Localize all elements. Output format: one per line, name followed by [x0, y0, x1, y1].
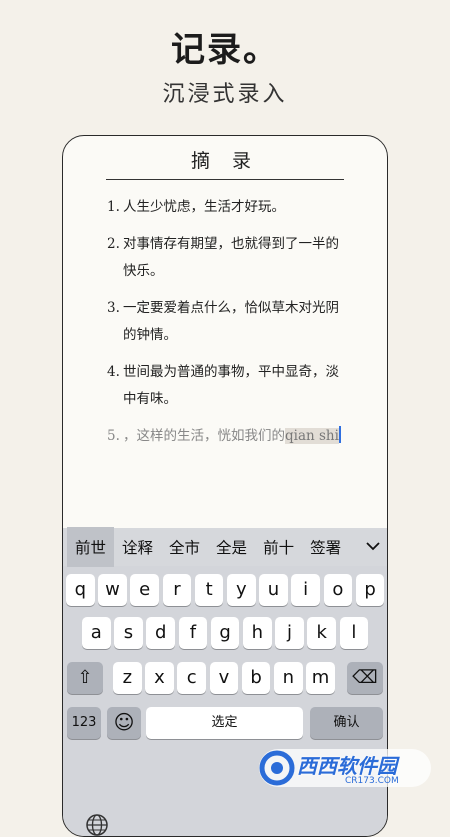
key-m[interactable]: m — [306, 662, 335, 694]
entry-number: 2. — [107, 236, 120, 252]
hero-subtitle: 沉浸式录入 — [162, 82, 288, 107]
candidate-item[interactable]: 签署 — [302, 536, 349, 558]
shift-key[interactable]: ⇧ — [67, 662, 103, 694]
candidate-item[interactable]: 前世 — [67, 527, 115, 567]
key-d[interactable]: d — [146, 617, 175, 649]
title-divider — [106, 179, 344, 180]
key-p[interactable]: p — [355, 574, 385, 606]
key-j[interactable]: j — [275, 617, 304, 649]
candidate-item[interactable]: 前十 — [255, 536, 302, 558]
globe-icon[interactable] — [85, 813, 109, 837]
space-key[interactable]: 选定 — [146, 707, 303, 739]
entry-text: 世间最为普通的事物，平中显奇，淡中有味。 — [123, 364, 339, 407]
numbers-key[interactable]: 123 — [67, 707, 101, 739]
key-f[interactable]: f — [178, 617, 208, 649]
key-row-2: asdfghjkl — [63, 617, 387, 651]
entry-list[interactable]: 1. 人生少忧虑，生活才好玩。 2. 对事情存有期望，也就得到了一半的快乐。 3… — [107, 194, 352, 460]
entry-number: 1. — [107, 199, 120, 215]
entry-text: 一定要爱着点什么，恰似草木对光阴的钟情。 — [123, 300, 339, 343]
key-h[interactable]: h — [243, 617, 272, 649]
key-u[interactable]: u — [259, 574, 288, 606]
candidate-item[interactable]: 诠释 — [114, 536, 161, 558]
key-row-4: 123 ☺ 选定 确认 — [63, 707, 387, 743]
entry-text: 对事情存有期望，也就得到了一半的快乐。 — [123, 236, 339, 279]
key-z[interactable]: z — [113, 662, 142, 694]
list-item[interactable]: 2. 对事情存有期望，也就得到了一半的快乐。 — [107, 231, 352, 285]
candidate-item[interactable]: 全是 — [208, 536, 255, 558]
composing-text: qian shi — [285, 428, 339, 444]
key-e[interactable]: e — [130, 574, 159, 606]
key-v[interactable]: v — [209, 662, 239, 694]
key-b[interactable]: b — [241, 662, 271, 694]
entry-text: 人生少忧虑，生活才好玩。 — [123, 199, 285, 215]
key-t[interactable]: t — [194, 574, 224, 606]
list-item[interactable]: 1. 人生少忧虑，生活才好玩。 — [107, 194, 352, 221]
watermark-url: CR173.COM — [345, 776, 399, 786]
watermark-text: 西西软件园 — [297, 754, 397, 778]
active-entry-input[interactable]: 5. ，这样的生活，恍如我们的qian shi — [107, 423, 352, 450]
list-item[interactable]: 3. 一定要爱着点什么，恰似草木对光阴的钟情。 — [107, 295, 352, 349]
key-o[interactable]: o — [323, 574, 353, 606]
key-a[interactable]: a — [82, 617, 111, 649]
list-item[interactable]: 4. 世间最为普通的事物，平中显奇，淡中有味。 — [107, 359, 352, 413]
confirm-key[interactable]: 确认 — [310, 707, 383, 739]
key-s[interactable]: s — [114, 617, 143, 649]
key-l[interactable]: l — [339, 617, 369, 649]
key-y[interactable]: y — [227, 574, 256, 606]
entry-number: 3. — [107, 300, 120, 316]
key-x[interactable]: x — [145, 662, 174, 694]
entry-text: ，这样的生活，恍如我们的 — [123, 428, 285, 444]
chevron-down-icon[interactable] — [365, 538, 381, 554]
key-n[interactable]: n — [274, 662, 303, 694]
key-i[interactable]: i — [291, 574, 320, 606]
text-caret — [338, 426, 341, 443]
backspace-key[interactable]: ⌫ — [347, 662, 383, 694]
key-r[interactable]: r — [162, 574, 192, 606]
entry-number: 5. — [107, 428, 120, 444]
key-row-3: ⇧ zxcvbnm ⌫ — [63, 662, 387, 696]
emoji-key[interactable]: ☺ — [107, 707, 141, 739]
entry-number: 4. — [107, 364, 120, 380]
key-q[interactable]: q — [66, 574, 95, 606]
key-w[interactable]: w — [98, 574, 127, 606]
candidate-item[interactable]: 全市 — [161, 536, 208, 558]
document-title: 摘 录 — [190, 150, 260, 172]
key-k[interactable]: k — [307, 617, 336, 649]
candidate-bar: 前世 诠释 全市 全是 前十 签署 — [63, 527, 387, 567]
key-c[interactable]: c — [177, 662, 206, 694]
phone-frame: 摘 录 1. 人生少忧虑，生活才好玩。 2. 对事情存有期望，也就得到了一半的快… — [62, 135, 388, 837]
hero-title: 记录。 — [171, 30, 279, 70]
key-g[interactable]: g — [210, 617, 240, 649]
key-row-1: qwertyuiop — [63, 574, 387, 608]
